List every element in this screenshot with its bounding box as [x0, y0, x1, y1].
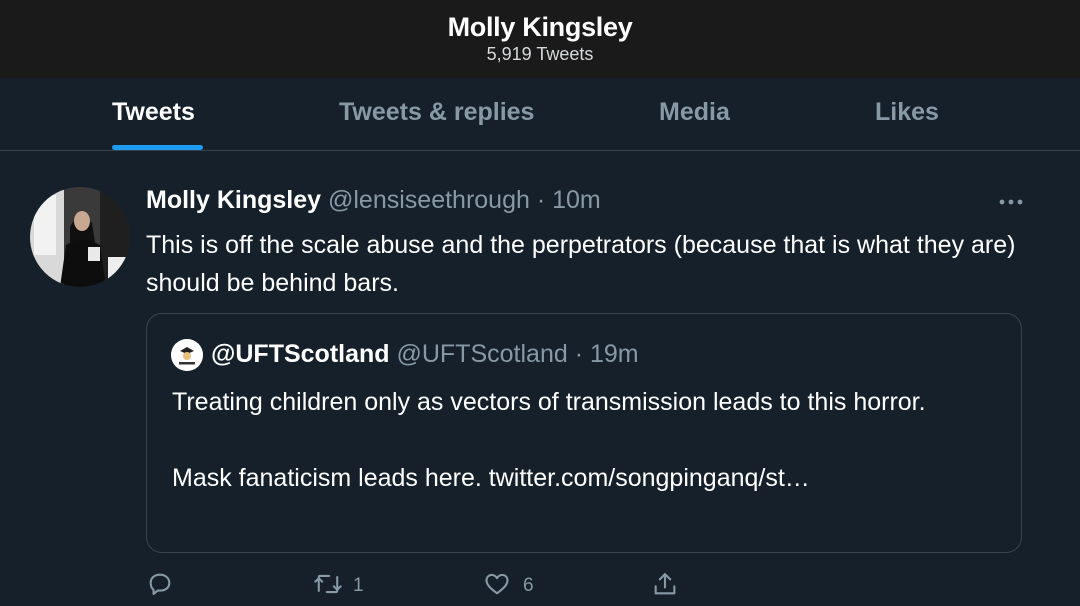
quoted-text-paragraph: Treating children only as vectors of tra…: [172, 388, 926, 416]
tab-media[interactable]: Media: [659, 98, 730, 127]
retweet-count: 1: [353, 575, 364, 596]
tweet-text: This is off the scale abuse and the perp…: [146, 231, 1016, 297]
quoted-tweet[interactable]: @UFTScotland @UFTScotland · 19m Treating…: [146, 313, 1022, 553]
more-horizontal-icon[interactable]: [996, 188, 1026, 216]
author-display-name[interactable]: Molly Kingsley: [146, 186, 321, 214]
quoted-text-paragraph: Mask fanaticism leads here. twitter.com/…: [172, 464, 810, 492]
quoted-handle-and-time: @UFTScotland · 19m: [396, 340, 639, 368]
quoted-text: Treating children only as vectors of tra…: [172, 383, 1002, 497]
author-handle-and-time[interactable]: @lensiseethrough · 10m: [328, 186, 601, 214]
share-icon: [654, 573, 676, 595]
tab-tweets[interactable]: Tweets: [112, 98, 195, 127]
tweet-count: 5,919 Tweets: [486, 44, 594, 64]
profile-header: Molly Kingsley 5,919 Tweets: [0, 0, 1080, 78]
tweet-actions: 1 6: [0, 566, 1080, 606]
heart-icon: [485, 573, 509, 595]
quoted-author: @UFTScotland @UFTScotland · 19m: [211, 340, 639, 369]
quoted-display-name: @UFTScotland: [211, 340, 390, 368]
profile-tabs: Tweets Tweets & replies Media Likes: [0, 78, 1080, 151]
header-title: Molly Kingsley: [447, 12, 633, 42]
like-count: 6: [523, 575, 534, 596]
retweet-icon: [314, 574, 342, 594]
tab-likes[interactable]: Likes: [875, 98, 939, 127]
quoted-avatar: [171, 339, 203, 371]
active-tab-indicator: [112, 145, 203, 150]
tab-tweets-and-replies[interactable]: Tweets & replies: [339, 98, 534, 127]
tweet-author[interactable]: Molly Kingsley @lensiseethrough · 10m: [146, 186, 601, 215]
avatar[interactable]: [30, 187, 130, 287]
reply-icon: [149, 573, 171, 595]
